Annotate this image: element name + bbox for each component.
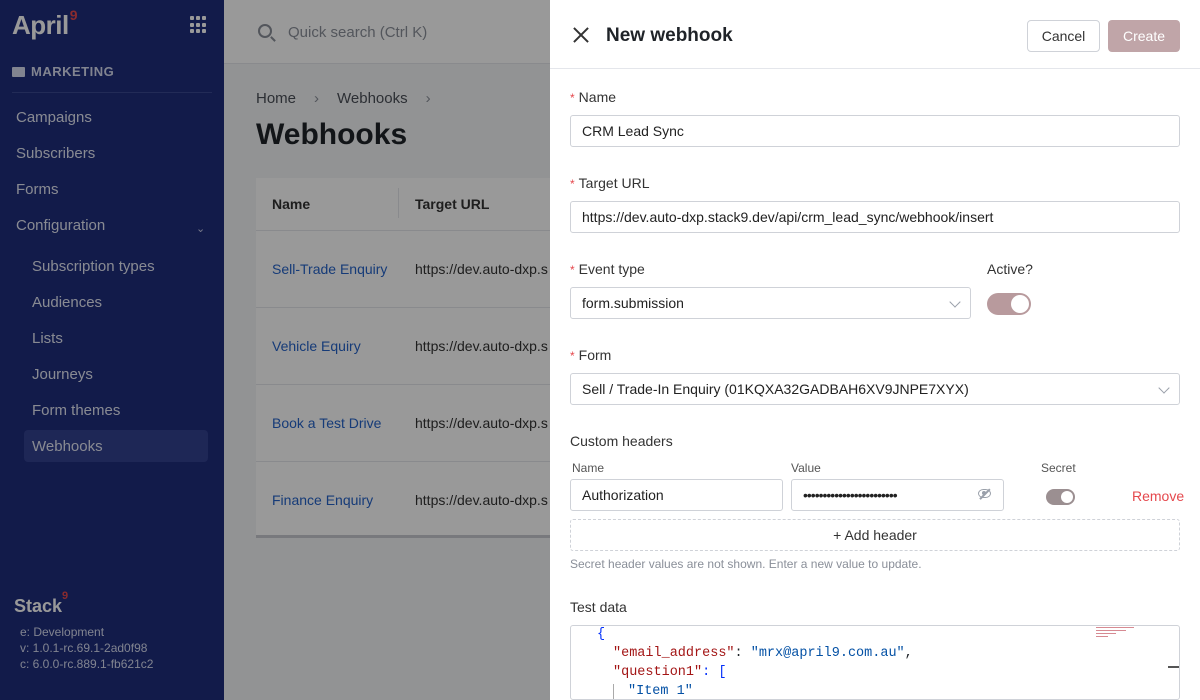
header-value-col-label: Value [791, 461, 821, 475]
test-data-editor[interactable]: { "email_address": "mrx@april9.com.au", … [570, 625, 1180, 700]
header-name-field[interactable]: Authorization [570, 479, 783, 511]
json-value: "Item 1" [628, 684, 693, 699]
required-mark: * [570, 91, 575, 105]
json-value: "mrx@april9.com.au" [750, 646, 905, 661]
name-field[interactable]: CRM Lead Sync [570, 115, 1180, 147]
header-value-field[interactable]: •••••••••••••••••••••••• [791, 479, 1004, 511]
code-minimap[interactable] [1096, 626, 1136, 638]
cancel-button[interactable]: Cancel [1027, 20, 1100, 52]
target-url-label-text: Target URL [578, 175, 650, 191]
json-punct: : [734, 646, 751, 661]
close-icon[interactable] [572, 26, 590, 44]
target-url-field[interactable]: https://dev.auto-dxp.stack9.dev/api/crm_… [570, 201, 1180, 233]
name-label-text: Name [578, 89, 617, 105]
header-secret-col-label: Secret [1041, 461, 1076, 475]
custom-headers-label: Custom headers [570, 433, 673, 449]
secret-hint: Secret header values are not shown. Ente… [570, 557, 922, 571]
json-key: "email_address" [613, 646, 735, 661]
code-line-2: "email_address": "mrx@april9.com.au", [613, 646, 913, 661]
form-value: Sell / Trade-In Enquiry (01KQXA32GADBAH6… [582, 381, 969, 397]
toggle-knob [1061, 491, 1073, 503]
create-button[interactable]: Create [1108, 20, 1180, 52]
target-url-label: * Target URL [570, 175, 649, 191]
code-line-4: "Item 1" [613, 684, 693, 699]
code-line-1: { [597, 627, 606, 642]
header-name-col-label: Name [572, 461, 605, 475]
secret-toggle[interactable] [1046, 489, 1075, 505]
required-mark: * [570, 349, 575, 363]
name-label: * Name [570, 89, 616, 105]
active-toggle[interactable] [987, 293, 1031, 315]
header-value-masked: •••••••••••••••••••••••• [803, 487, 898, 503]
json-key: "question1" [613, 665, 703, 680]
code-line-3: "question1": [ [613, 665, 726, 680]
toggle-knob [1011, 295, 1029, 313]
active-label: Active? [987, 261, 1033, 277]
form-select[interactable]: Sell / Trade-In Enquiry (01KQXA32GADBAH6… [570, 373, 1180, 405]
chevron-down-icon [1158, 382, 1170, 394]
form-label-text: Form [578, 347, 612, 363]
json-punct: : [ [702, 665, 727, 680]
drawer-header: New webhook Cancel Create [550, 0, 1200, 69]
event-type-select[interactable]: form.submission [570, 287, 971, 319]
new-webhook-drawer: New webhook Cancel Create * Name CRM Lead… [550, 0, 1200, 700]
drawer-title: New webhook [606, 25, 733, 46]
required-mark: * [570, 177, 575, 191]
chevron-down-icon [949, 296, 961, 308]
json-punct: , [904, 646, 913, 661]
event-type-value: form.submission [582, 295, 684, 311]
remove-header-button[interactable]: Remove [1132, 488, 1184, 504]
editor-scrollbar[interactable] [1168, 666, 1179, 668]
event-type-label-text: Event type [578, 261, 645, 277]
event-type-label: * Event type [570, 261, 645, 277]
form-label: * Form [570, 347, 611, 363]
eye-off-icon[interactable] [978, 489, 991, 498]
add-header-button[interactable]: + Add header [570, 519, 1180, 551]
test-data-label: Test data [570, 599, 627, 615]
required-mark: * [570, 263, 575, 277]
